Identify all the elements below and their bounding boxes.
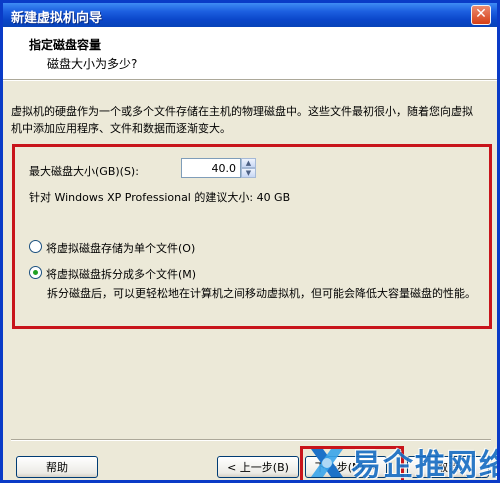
- page-title: 指定磁盘容量: [29, 38, 102, 52]
- watermark-logo-icon: [311, 449, 343, 477]
- disk-size-spinner: ▲ ▼: [241, 158, 256, 178]
- wizard-header: 指定磁盘容量 磁盘大小为多少?: [3, 27, 497, 79]
- split-help-text: 拆分磁盘后，可以更轻松地在计算机之间移动虚拟机，但可能会降低大容量磁盘的性能。: [47, 287, 476, 300]
- close-icon: ✕: [475, 6, 487, 22]
- disk-size-label: 最大磁盘大小(GB)(S):: [29, 165, 139, 178]
- recommended-size-text: 针对 Windows XP Professional 的建议大小: 40 GB: [29, 191, 291, 204]
- radio-single-file[interactable]: 将虚拟磁盘存储为单个文件(O): [29, 239, 219, 255]
- help-button[interactable]: 帮助: [16, 456, 98, 478]
- page-subtitle: 磁盘大小为多少?: [47, 57, 138, 71]
- radio-selected-dot: [33, 270, 38, 275]
- radio-button[interactable]: [29, 240, 42, 253]
- radio-split-files-label: 将虚拟磁盘拆分成多个文件(M): [46, 268, 197, 281]
- arrow-down-icon: ▼: [245, 169, 252, 177]
- wizard-window: 新建虚拟机向导 ✕ 指定磁盘容量 磁盘大小为多少? 虚拟机的硬盘作为一个或多个文…: [0, 0, 500, 483]
- radio-single-file-label: 将虚拟磁盘存储为单个文件(O): [46, 242, 196, 255]
- header-divider: [3, 79, 497, 81]
- back-button[interactable]: < 上一步(B): [217, 456, 299, 478]
- radio-split-files[interactable]: 将虚拟磁盘拆分成多个文件(M): [29, 265, 219, 281]
- spin-down-button[interactable]: ▼: [241, 168, 256, 178]
- arrow-up-icon: ▲: [245, 159, 252, 167]
- watermark-text: 易企推网络: [351, 448, 500, 483]
- close-button[interactable]: ✕: [471, 5, 491, 25]
- disk-description: 虚拟机的硬盘作为一个或多个文件存储在主机的物理磁盘中。这些文件最初很小，随着您向…: [11, 105, 473, 135]
- window-title: 新建虚拟机向导: [11, 11, 103, 26]
- spin-up-button[interactable]: ▲: [241, 158, 256, 168]
- disk-size-input[interactable]: [181, 158, 241, 178]
- radio-button[interactable]: [29, 266, 42, 279]
- title-bar[interactable]: 新建虚拟机向导 ✕: [3, 3, 497, 27]
